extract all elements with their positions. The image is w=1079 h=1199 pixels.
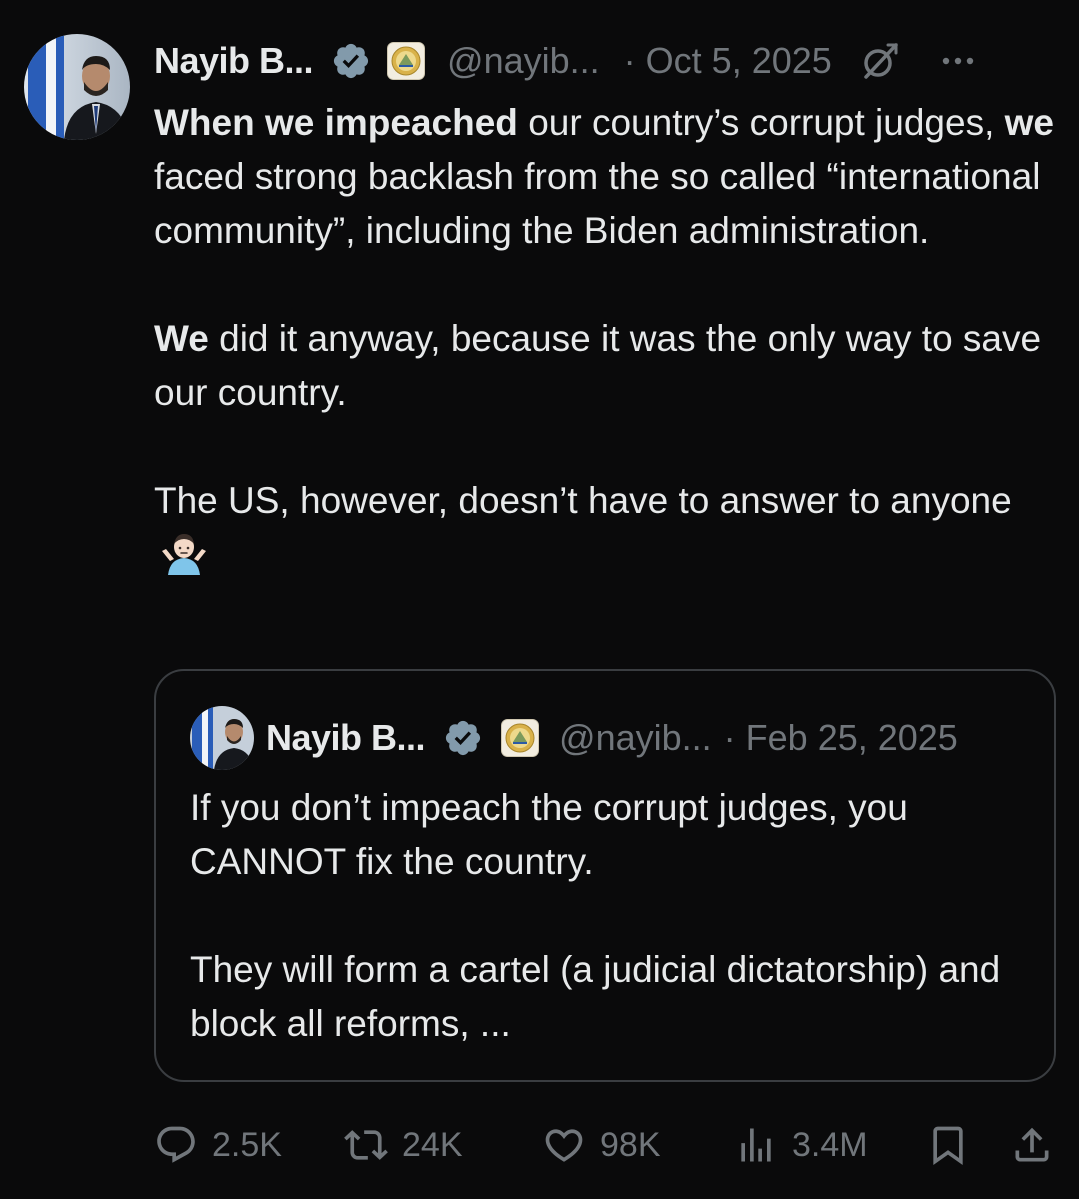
repost-icon (344, 1130, 388, 1160)
quoted-author-display-name: Nayib B... (266, 717, 426, 758)
text-segment: did it anyway, because it was the only w… (154, 318, 1042, 413)
text-segment: our country’s corrupt judges, (517, 102, 1005, 143)
tweet-paragraph-1: When we impeached our country’s corrupt … (154, 96, 1059, 258)
reply-count: 2.5K (212, 1125, 282, 1164)
views-icon (741, 1128, 771, 1162)
quoted-tweet-header: Nayib B... @nayib... · Feb 25, 2025 (190, 705, 1024, 771)
avatar-image (24, 34, 130, 140)
grok-icon[interactable] (858, 39, 902, 83)
tweet-date[interactable]: · Oct 5, 2025 (624, 40, 832, 82)
text-segment: faced strong backlash from the so called… (154, 156, 1041, 251)
government-seal-icon[interactable] (387, 42, 426, 80)
like-button[interactable]: 98K (542, 1112, 661, 1178)
like-count: 98K (600, 1125, 661, 1164)
text-bold-segment: we (1004, 102, 1055, 143)
person-shrugging-emoji (162, 534, 206, 575)
bookmark-icon (933, 1126, 963, 1166)
like-icon (545, 1129, 583, 1162)
quoted-paragraph-1: If you don’t impeach the corrupt judges,… (190, 787, 908, 882)
reply-button[interactable]: 2.5K (154, 1112, 282, 1178)
more-icon[interactable] (938, 41, 978, 81)
quoted-tweet-date: · Feb 25, 2025 (723, 717, 958, 758)
reply-icon (157, 1126, 195, 1163)
quoted-tweet-text: If you don’t impeach the corrupt judges,… (190, 781, 1030, 1051)
text-segment: The US, however, doesn’t have to answer … (154, 480, 1012, 521)
tweet-text: When we impeached our country’s corrupt … (154, 96, 1059, 582)
bookmark-button[interactable] (926, 1112, 970, 1178)
quoted-tweet[interactable]: Nayib B... @nayib... · Feb 25, 2025 If y… (154, 669, 1056, 1082)
repost-count: 24K (402, 1125, 463, 1164)
views-button[interactable]: 3.4M (734, 1112, 868, 1178)
views-count: 3.4M (792, 1125, 868, 1164)
quoted-author-handle: @nayib... (559, 717, 712, 758)
text-bold-segment: We (154, 318, 209, 359)
tweet-header: Nayib B... @nayib... · Oct 5, 2025 (154, 34, 1055, 88)
tweet-paragraph-2: We did it anyway, because it was the onl… (154, 312, 1059, 420)
tweet-paragraph-3: The US, however, doesn’t have to answer … (154, 474, 1059, 582)
repost-button[interactable]: 24K (344, 1112, 463, 1178)
avatar-image (190, 706, 254, 770)
verified-badge-icon[interactable] (331, 41, 371, 81)
share-icon (1015, 1127, 1049, 1162)
government-seal-icon (501, 719, 540, 757)
quoted-author-avatar (190, 706, 254, 770)
author-display-name[interactable]: Nayib B... (154, 40, 314, 82)
quoted-paragraph-2: They will form a cartel (a judicial dict… (190, 949, 1001, 1044)
tweet-action-bar: 2.5K 24K 98K 3.4M (154, 1112, 1059, 1178)
author-handle[interactable]: @nayib... (447, 40, 600, 82)
author-avatar[interactable] (24, 34, 130, 140)
share-button[interactable] (1010, 1112, 1054, 1178)
verified-badge-icon (445, 720, 481, 756)
text-bold-segment: When we impeached (154, 102, 518, 143)
